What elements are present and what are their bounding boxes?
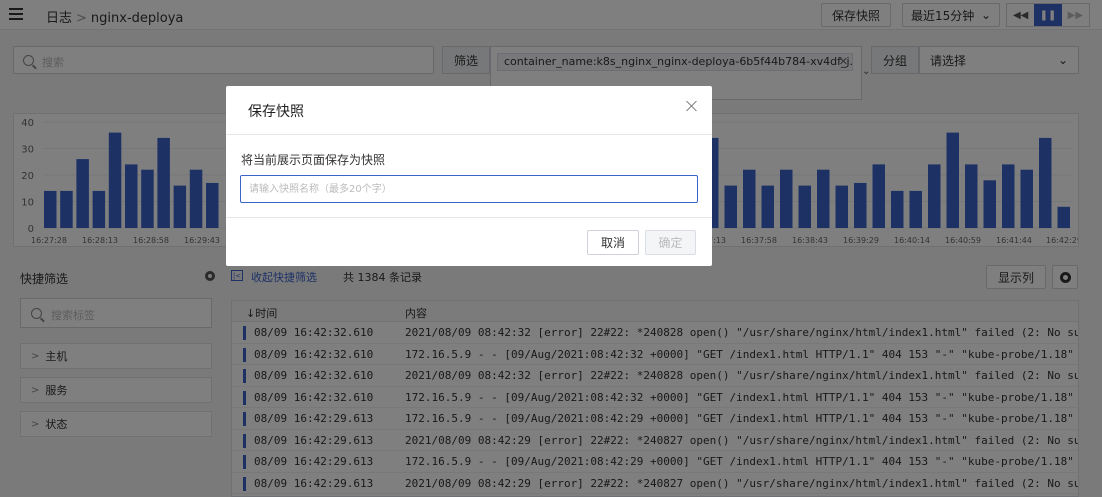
- dialog-title: 保存快照: [248, 104, 304, 120]
- close-icon[interactable]: [684, 98, 700, 114]
- dialog-divider: [226, 134, 712, 135]
- save-snapshot-dialog: 保存快照 将当前展示页面保存为快照 取消 确定: [226, 86, 712, 266]
- dialog-description: 将当前展示页面保存为快照: [241, 153, 386, 167]
- cancel-button[interactable]: 取消: [587, 230, 639, 255]
- dialog-divider: [226, 217, 712, 218]
- confirm-button[interactable]: 确定: [645, 230, 696, 255]
- snapshot-name-input[interactable]: [240, 175, 698, 203]
